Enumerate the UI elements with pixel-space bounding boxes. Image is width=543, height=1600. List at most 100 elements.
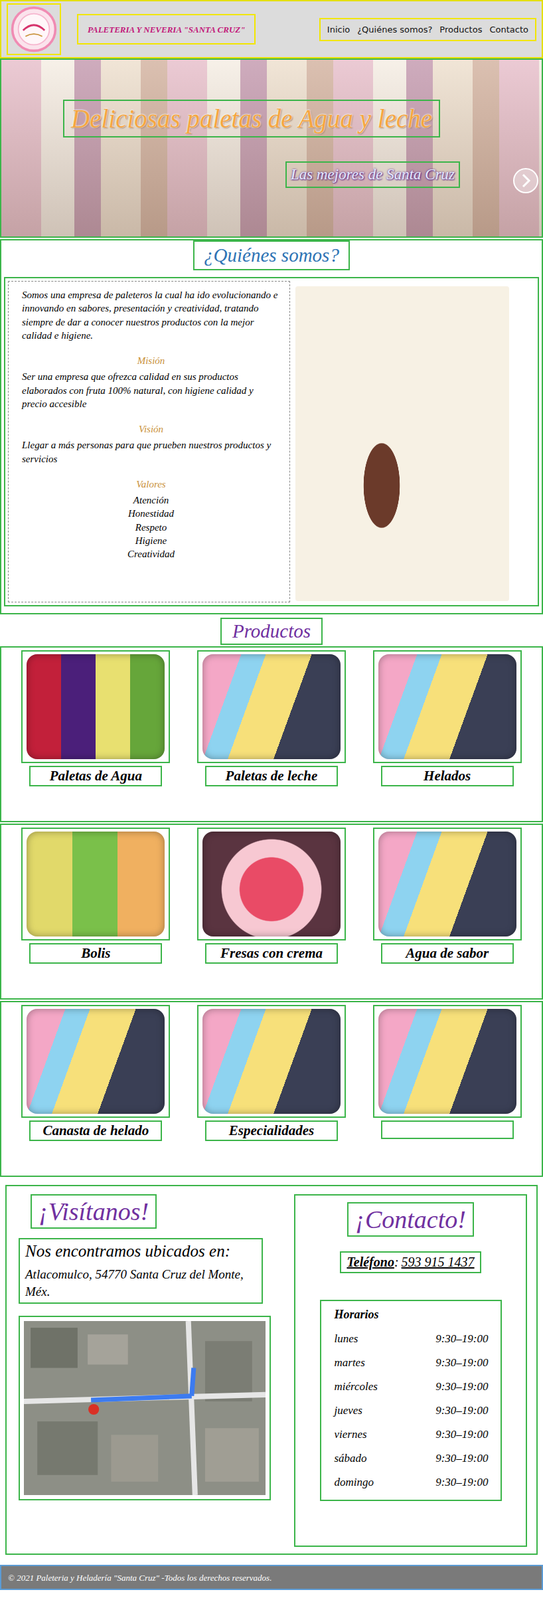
product-card[interactable] xyxy=(365,1004,529,1173)
product-caption: Paletas de leche xyxy=(205,765,338,786)
address-text: Atlacomulco, 54770 Santa Cruz del Monte,… xyxy=(25,1265,257,1300)
product-caption: Fresas con crema xyxy=(205,942,338,964)
product-photo xyxy=(202,653,341,759)
product-photo xyxy=(378,831,517,936)
hours-row: jueves 9:30–19:00 xyxy=(334,1397,489,1422)
product-photo xyxy=(26,831,165,936)
contact-title: ¡Contacto! xyxy=(347,1201,474,1237)
day: viernes xyxy=(334,1427,368,1441)
hero-subtitle: Las mejores de Santa Cruz xyxy=(285,161,461,188)
page: PALETERIA Y NEVERIA "SANTA CRUZ" Inicio ¿Q… xyxy=(0,0,543,1590)
contact-column: ¡Contacto! Teléfono:593 915 1437 Horarios l… xyxy=(294,1193,528,1547)
chevron-right-icon xyxy=(512,167,540,194)
phone-number[interactable]: 593 915 1437 xyxy=(401,1253,475,1269)
product-card[interactable]: Bolis xyxy=(14,827,178,996)
values-title: Valores xyxy=(21,477,281,491)
hours-row: lunes 9:30–19:00 xyxy=(334,1326,489,1351)
day: martes xyxy=(334,1355,366,1369)
next-slide-button[interactable] xyxy=(512,167,540,197)
product-card[interactable]: Paletas de Agua xyxy=(14,649,178,818)
product-caption: Helados xyxy=(381,765,514,786)
mission-title: Misión xyxy=(21,353,281,368)
hours-row: martes 9:30–19:00 xyxy=(334,1350,489,1375)
time: 9:30–19:00 xyxy=(435,1474,488,1489)
value-item: Higiene xyxy=(135,533,167,547)
time: 9:30–19:00 xyxy=(435,1331,488,1345)
time: 9:30–19:00 xyxy=(435,1355,488,1369)
about-intro: Somos una empresa de paleteros la cual h… xyxy=(21,288,281,342)
product-row: Paletas de Agua Paletas de leche Helados xyxy=(0,645,543,822)
product-row: Bolis Fresas con crema Agua de sabor xyxy=(0,823,543,1000)
hours-title: Horarios xyxy=(334,1307,489,1321)
phone-separator: : xyxy=(394,1253,399,1269)
hours-row: sábado 9:30–19:00 xyxy=(334,1445,489,1470)
product-photo xyxy=(202,1008,341,1114)
nav-bar: Inicio ¿Quiénes somos? Productos Contacto xyxy=(319,17,537,42)
value-item: Creatividad xyxy=(127,546,175,561)
products-title: Productos xyxy=(220,617,323,645)
product-card[interactable]: Paletas de leche xyxy=(190,649,354,818)
product-card[interactable]: Fresas con crema xyxy=(190,827,354,996)
value-item: Respeto xyxy=(135,520,167,534)
hours-box: Horarioslunes9:30–19:00martes9:30–19:00m… xyxy=(319,1299,502,1501)
day: domingo xyxy=(334,1474,375,1489)
product-photo xyxy=(26,1008,165,1114)
hours-row: miércoles 9:30–19:00 xyxy=(334,1374,489,1398)
values-list: AtenciónHonestidadRespetoHigieneCreativi… xyxy=(21,493,281,561)
day: jueves xyxy=(334,1403,363,1417)
mission-text: Ser una empresa que ofrezca calidad en s… xyxy=(21,369,281,411)
site-header: PALETERIA Y NEVERIA "SANTA CRUZ" Inicio ¿Q… xyxy=(0,0,543,59)
hero-banner: Deliciosas paletas de Agua y leche Las me… xyxy=(0,58,543,238)
time: 9:30–19:00 xyxy=(435,1451,488,1465)
vision-text: Llegar a más personas para que prueben n… xyxy=(21,438,281,466)
product-row: Canasta de helado Especialidades xyxy=(0,1000,543,1177)
time: 9:30–19:00 xyxy=(435,1403,488,1417)
logo[interactable] xyxy=(6,3,62,56)
map-icon xyxy=(23,1320,266,1495)
day: lunes xyxy=(334,1331,359,1345)
about-section: ¿Quiénes somos? Somos una empresa de pale… xyxy=(0,238,543,615)
address-box: Nos encontramos ubicados en: Atlacomulco,… xyxy=(18,1237,263,1304)
nav-link[interactable]: Productos xyxy=(439,24,482,35)
value-item: Atención xyxy=(133,493,169,507)
nav-link[interactable]: Contacto xyxy=(489,24,529,35)
logo-icon xyxy=(9,5,58,54)
about-body: Somos una empresa de paleteros la cual h… xyxy=(3,276,540,607)
hours-row: domingo 9:30–19:00 xyxy=(334,1469,489,1494)
brand-box: PALETERIA Y NEVERIA "SANTA CRUZ" xyxy=(77,13,256,45)
nav-link[interactable]: Inicio xyxy=(327,24,350,35)
product-caption: Bolis xyxy=(29,942,162,964)
visit-column: ¡Visítanos! Nos encontramos ubicados en: A… xyxy=(18,1193,281,1547)
hours-row: viernes 9:30–19:00 xyxy=(334,1421,489,1446)
phone: Teléfono:593 915 1437 xyxy=(339,1250,481,1273)
product-card[interactable]: Especialidades xyxy=(190,1004,354,1173)
value-item: Honestidad xyxy=(128,506,174,520)
footer: © 2021 Paleteria y Heladería "Santa Cruz… xyxy=(0,1563,543,1590)
day: miércoles xyxy=(334,1379,378,1393)
vision-title: Visión xyxy=(21,422,281,436)
product-card[interactable]: Canasta de helado xyxy=(14,1004,178,1173)
address-subtitle: Nos encontramos ubicados en: xyxy=(25,1241,257,1260)
visit-contact-section: ¡Visítanos! Nos encontramos ubicados en: A… xyxy=(5,1184,538,1554)
brand-title: PALETERIA Y NEVERIA "SANTA CRUZ" xyxy=(87,24,245,35)
time: 9:30–19:00 xyxy=(435,1379,488,1393)
product-photo xyxy=(202,831,341,936)
map[interactable] xyxy=(18,1315,271,1500)
product-photo xyxy=(378,653,517,759)
day: sábado xyxy=(334,1451,368,1465)
product-caption xyxy=(381,1119,514,1139)
time: 9:30–19:00 xyxy=(435,1427,488,1441)
hero-title: Deliciosas paletas de Agua y leche xyxy=(63,99,441,138)
product-caption: Especialidades xyxy=(205,1119,338,1141)
about-title: ¿Quiénes somos? xyxy=(193,240,350,271)
nav-link[interactable]: ¿Quiénes somos? xyxy=(357,24,433,35)
about-text: Somos una empresa de paleteros la cual h… xyxy=(7,280,291,603)
product-caption: Agua de sabor xyxy=(381,942,514,964)
about-photo xyxy=(295,286,510,601)
visit-title: ¡Visítanos! xyxy=(30,1193,157,1229)
product-caption: Paletas de Agua xyxy=(29,765,162,786)
product-card[interactable]: Agua de sabor xyxy=(365,827,529,996)
product-card[interactable]: Helados xyxy=(365,649,529,818)
product-photo xyxy=(378,1008,517,1114)
product-photo xyxy=(26,653,165,759)
